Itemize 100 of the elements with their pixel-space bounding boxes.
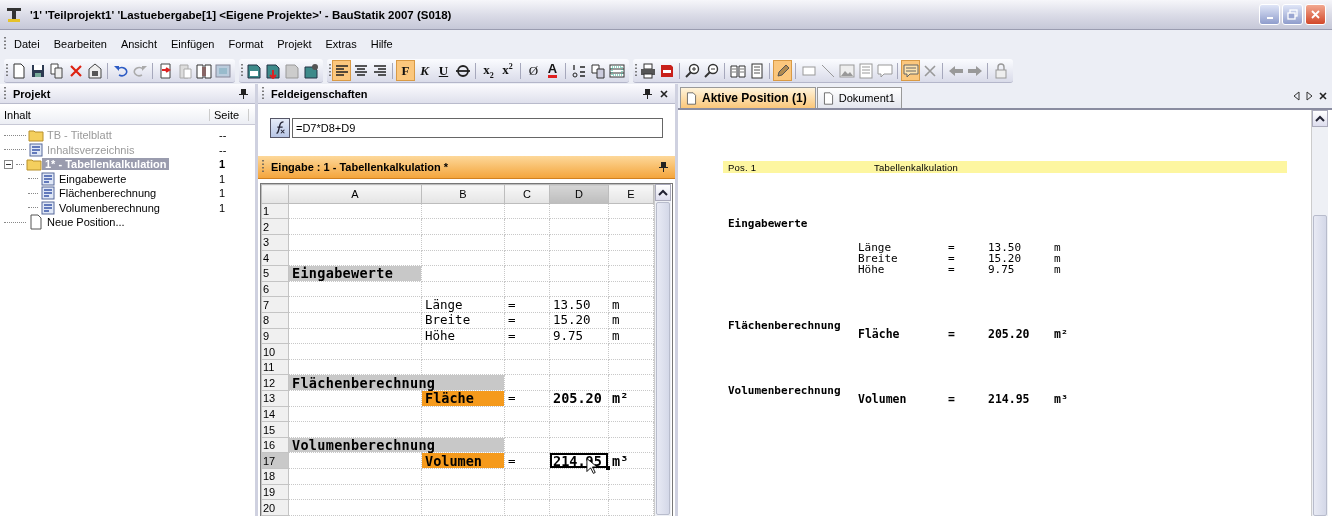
column-header[interactable]: E [608, 184, 654, 204]
pin-icon[interactable] [642, 87, 653, 100]
menu-item[interactable]: Projekt [270, 36, 319, 52]
tab[interactable]: Dokument1 [816, 87, 902, 108]
table-cell[interactable]: = [504, 296, 550, 313]
beam-icon [6, 6, 22, 23]
table-cell[interactable]: Länge [421, 296, 505, 313]
unit: m² [1054, 329, 1069, 340]
scroll-left-icon[interactable] [1292, 91, 1301, 101]
table-cell[interactable]: m [608, 328, 654, 344]
column-header[interactable]: C [504, 184, 550, 204]
table-cell[interactable]: 13.50 [549, 296, 609, 313]
scrollbar-thumb[interactable] [656, 202, 670, 515]
document-settings-icon [302, 62, 319, 79]
tree-item[interactable]: Neue Position... [44, 216, 128, 229]
lock-icon [992, 62, 1009, 79]
table-cell[interactable]: = [504, 312, 550, 329]
properties-icon [86, 62, 103, 79]
value-label: Fläche [858, 329, 901, 340]
equals-sign: = [948, 329, 956, 340]
position-number: Pos. 1 [727, 161, 758, 173]
underline-button[interactable]: U [434, 60, 453, 81]
superscript-button[interactable]: x$^{2}$ [498, 60, 517, 81]
scroll-up-button[interactable] [655, 184, 671, 201]
table-cell[interactable]: Eingabewerte [288, 265, 422, 282]
table-cell[interactable]: m² [608, 390, 654, 407]
maximize-button[interactable] [1282, 4, 1303, 25]
unit: m³ [1054, 394, 1069, 405]
scrollbar-thumb[interactable] [1313, 215, 1327, 516]
table-cell[interactable]: Fläche [421, 390, 505, 407]
document-icon [40, 185, 56, 202]
import-icon [157, 62, 174, 79]
caret-icon [1315, 114, 1325, 123]
tab[interactable]: Aktive Position (1) [680, 87, 816, 108]
close-icon[interactable] [1318, 91, 1328, 101]
column-header[interactable]: B [421, 184, 505, 204]
equals-sign: = [948, 242, 956, 253]
close-button[interactable] [1305, 4, 1326, 25]
value: 9.75 [988, 264, 1016, 275]
column-header[interactable]: Seite [209, 109, 249, 121]
strikethrough-icon [454, 62, 471, 79]
line-icon [819, 62, 836, 79]
section-title: Volumenberechnung [727, 384, 841, 397]
function-button[interactable] [270, 118, 290, 138]
font-color-button[interactable]: A [543, 60, 562, 81]
close-icon[interactable] [659, 88, 669, 99]
tree-item[interactable]: Eingabewerte [56, 172, 130, 185]
remove-icon [921, 62, 938, 79]
menu-item[interactable]: Datei [7, 36, 47, 52]
table-cell[interactable]: = [504, 390, 550, 407]
diameter-button[interactable]: Ø [524, 60, 543, 81]
copy-button[interactable] [47, 60, 66, 81]
pencil-button[interactable] [773, 60, 792, 81]
column-header[interactable]: D [549, 184, 609, 204]
column-header[interactable]: A [288, 184, 422, 204]
image-icon [838, 62, 855, 79]
menu-item[interactable]: Bearbeiten [46, 36, 114, 52]
menu-item[interactable]: Extras [318, 36, 364, 52]
table-cell[interactable]: = [504, 453, 550, 469]
minimize-button[interactable] [1259, 4, 1280, 25]
page-number: 1 [218, 172, 227, 185]
table-cell[interactable]: 205.20 [549, 390, 609, 407]
table-cell[interactable]: 15.20 [549, 312, 609, 329]
unit: m [1054, 264, 1062, 275]
print-button[interactable] [638, 60, 657, 81]
tree-item[interactable]: Flächenberechnung [56, 187, 160, 200]
bold-button[interactable]: F [396, 60, 415, 81]
table-cell[interactable]: 9.75 [549, 328, 609, 344]
book-icon [729, 62, 746, 79]
table-cell[interactable]: m [608, 312, 654, 329]
menu-item[interactable]: Einfügen [164, 36, 222, 52]
table-cell[interactable]: Volumen [421, 453, 505, 469]
formula-field[interactable]: =D7*D8+D9 [292, 118, 663, 138]
menu-item[interactable]: Format [221, 36, 271, 52]
subscript-button[interactable]: x$_{2}$ [479, 60, 498, 81]
italic-button[interactable]: K [415, 60, 434, 81]
table-cell[interactable]: m³ [608, 453, 654, 469]
table-cell[interactable]: Höhe [421, 328, 505, 344]
value-label: Höhe [858, 264, 886, 275]
table-cell[interactable]: m [608, 296, 654, 313]
table-cell[interactable]: Flächenberechnung [288, 374, 505, 391]
format-copy-icon [589, 62, 606, 79]
table-cell[interactable]: = [504, 328, 550, 344]
value: 15.20 [988, 253, 1023, 264]
document-icon [28, 141, 44, 158]
pin-icon[interactable] [658, 161, 669, 173]
scroll-right-icon[interactable] [1305, 91, 1314, 101]
align-left-button[interactable] [332, 60, 351, 81]
folder-icon [26, 156, 42, 173]
collapse-icon[interactable] [4, 159, 13, 169]
column-header[interactable]: Inhalt [0, 109, 209, 121]
tree-item[interactable]: Volumenberechnung [56, 201, 163, 214]
pin-icon[interactable] [238, 87, 249, 100]
scroll-up-button[interactable] [1312, 110, 1328, 127]
equals-sign: = [948, 394, 956, 405]
menu-item[interactable]: Hilfe [363, 36, 400, 52]
table-cell[interactable]: Volumenberechnung [288, 437, 505, 453]
table-cell[interactable]: Breite [421, 312, 505, 329]
numbering-icon [570, 62, 587, 79]
menu-item[interactable]: Ansicht [113, 36, 164, 52]
